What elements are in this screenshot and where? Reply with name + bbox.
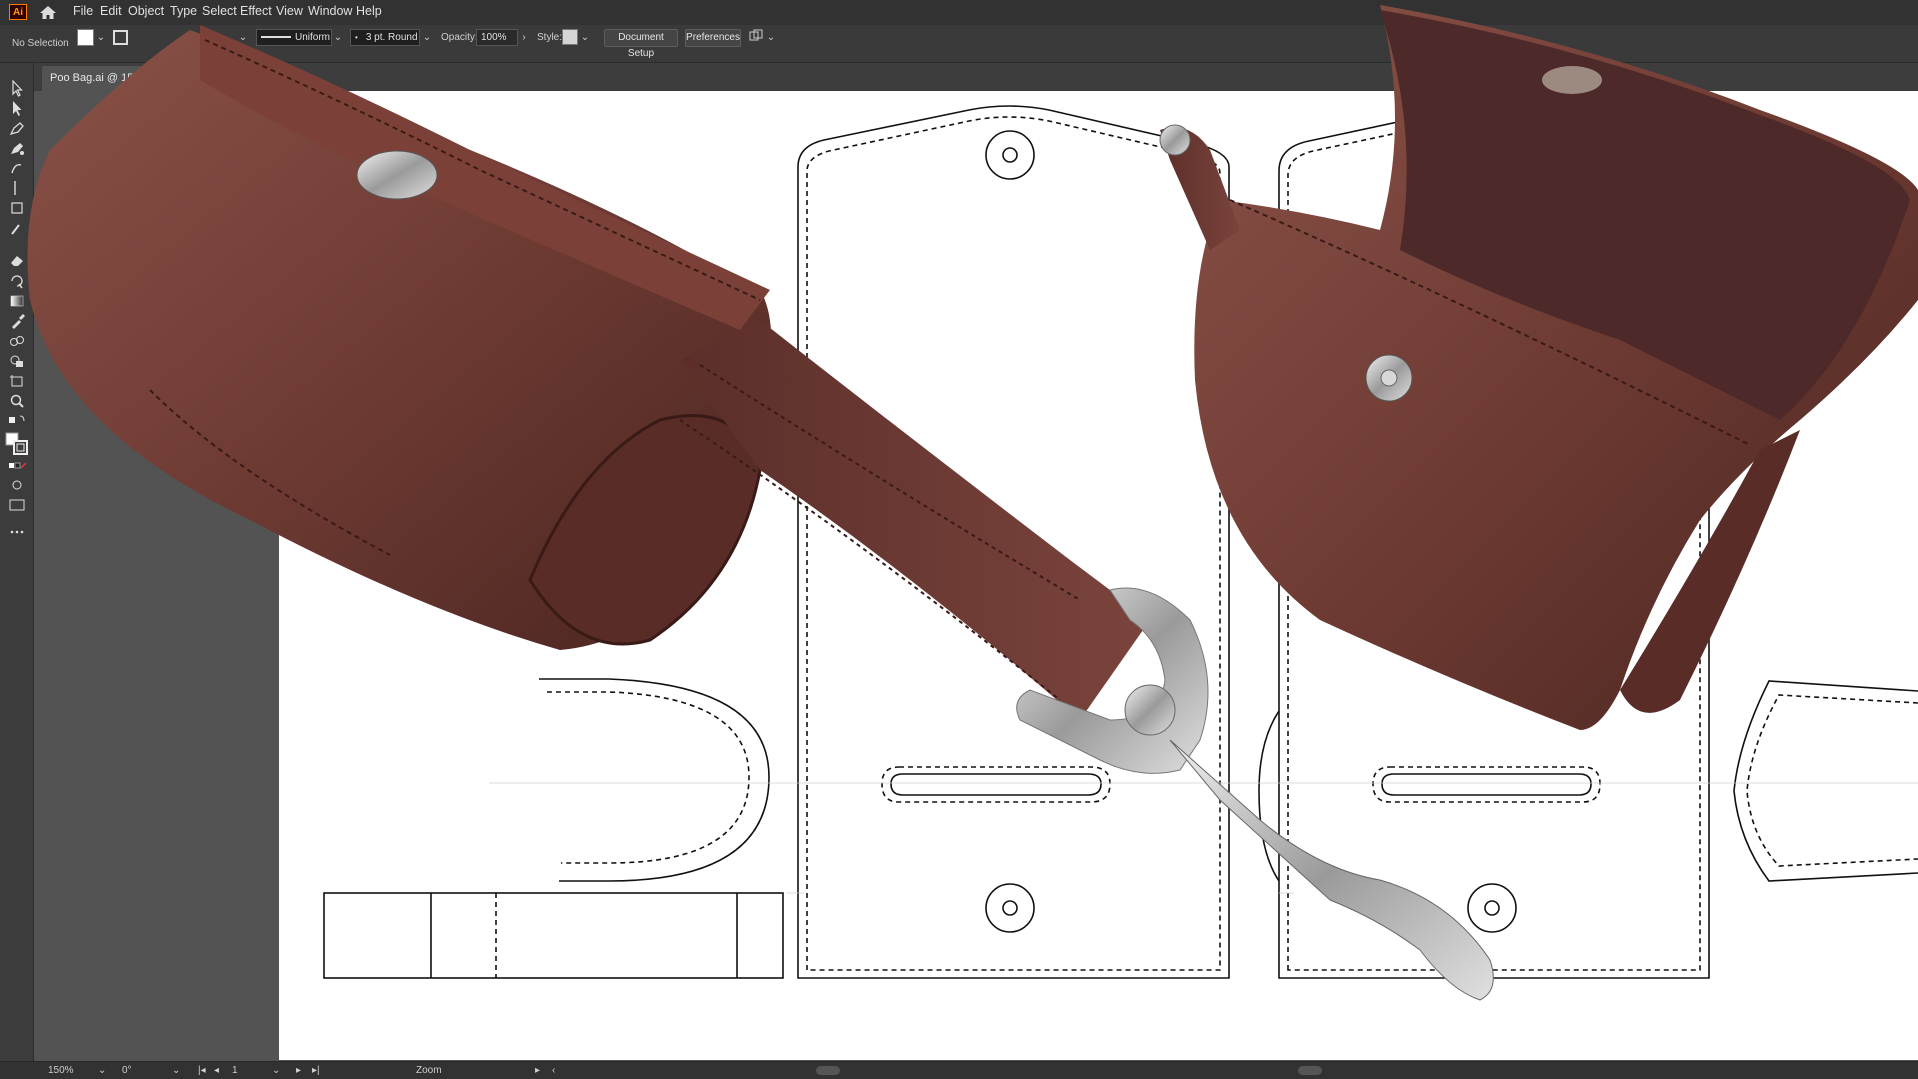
artboard-number[interactable]: 1	[232, 1065, 238, 1076]
strap-photo	[680, 320, 1150, 720]
chevron-down-icon[interactable]: ⌄	[172, 1065, 180, 1076]
last-artboard-icon[interactable]: ▸|	[312, 1065, 320, 1076]
rotation-value[interactable]: 0°	[122, 1065, 132, 1076]
zoom-level[interactable]: 150%	[48, 1065, 74, 1076]
prev-artboard-icon[interactable]: ◂	[214, 1065, 219, 1076]
chevron-down-icon[interactable]: ⌄	[272, 1065, 280, 1076]
status-menu-icon[interactable]: ▸	[535, 1065, 540, 1076]
chevron-down-icon[interactable]: ⌄	[98, 1065, 106, 1076]
product-photo-overlay	[27, 5, 1918, 1001]
bag-photo-right	[1159, 5, 1918, 730]
status-bar: 150% ⌄ 0° ⌄ |◂ ◂ 1 ⌄ ▸ ▸| Zoom ▸ ‹	[0, 1061, 1918, 1079]
bag-photo-left	[27, 25, 772, 650]
current-tool-label: Zoom	[416, 1065, 442, 1076]
first-artboard-icon[interactable]: |◂	[198, 1065, 206, 1076]
next-artboard-icon[interactable]: ▸	[296, 1065, 301, 1076]
scrollbar-thumb[interactable]	[1298, 1066, 1322, 1075]
scroll-left-icon[interactable]: ‹	[552, 1065, 555, 1076]
horizontal-scrollbar-thumb[interactable]	[816, 1066, 840, 1075]
